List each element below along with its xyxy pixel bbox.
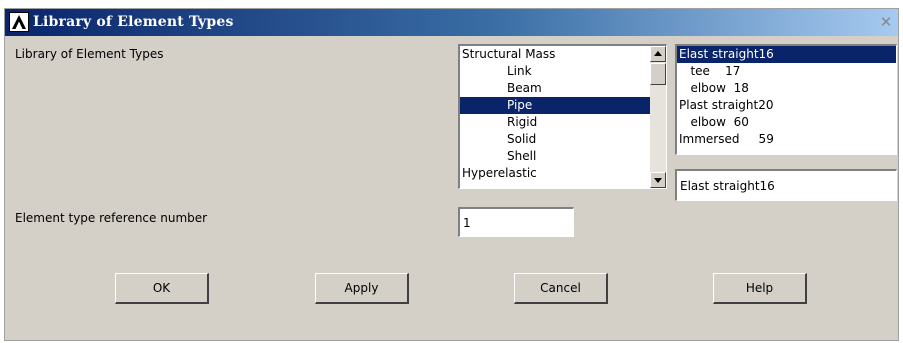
list-item[interactable]: Structural Mass — [460, 46, 666, 63]
category-scrollbar[interactable] — [650, 46, 666, 188]
list-item[interactable]: Pipe — [460, 97, 666, 114]
list-item[interactable]: tee 17 — [677, 63, 896, 80]
help-button[interactable]: Help — [713, 273, 807, 304]
list-item[interactable]: Elast straight16 — [677, 46, 896, 63]
scroll-up-arrow-icon[interactable] — [650, 46, 666, 62]
title-bar[interactable]: Library of Element Types ✕ — [5, 9, 898, 36]
cancel-button[interactable]: Cancel — [514, 273, 608, 304]
category-listbox[interactable]: Structural Mass Link Beam Pipe Rigid Solid She… — [458, 44, 667, 189]
list-item[interactable]: elbow 18 — [677, 80, 896, 97]
list-item[interactable]: Plast straight20 — [677, 97, 896, 114]
list-item[interactable]: Shell — [460, 148, 666, 165]
scroll-down-arrow-icon[interactable] — [650, 172, 666, 188]
ansys-logo-icon — [9, 12, 29, 32]
scrollbar-thumb[interactable] — [650, 63, 666, 85]
list-item[interactable]: Immersed 59 — [677, 131, 896, 148]
library-label: Library of Element Types — [15, 47, 164, 61]
reference-number-label: Element type reference number — [15, 211, 208, 225]
close-icon[interactable]: ✕ — [878, 14, 894, 30]
reference-number-input[interactable] — [458, 207, 574, 237]
selected-element-field[interactable] — [675, 169, 897, 201]
list-item[interactable]: Rigid — [460, 114, 666, 131]
list-item[interactable]: Link — [460, 63, 666, 80]
apply-button[interactable]: Apply — [315, 273, 409, 304]
category-list: Structural Mass Link Beam Pipe Rigid Solid She… — [460, 46, 666, 182]
list-item[interactable]: Beam — [460, 80, 666, 97]
ok-button[interactable]: OK — [115, 273, 209, 304]
library-of-element-types-dialog: Library of Element Types ✕ Library of El… — [4, 8, 899, 341]
element-list: Elast straight16 tee 17 elbow 18 Plast st… — [677, 46, 896, 148]
list-item[interactable]: elbow 60 — [677, 114, 896, 131]
window-title: Library of Element Types — [33, 14, 234, 30]
list-item[interactable]: Hyperelastic — [460, 165, 666, 182]
element-listbox[interactable]: Elast straight16 tee 17 elbow 18 Plast st… — [675, 44, 897, 155]
list-item[interactable]: Solid — [460, 131, 666, 148]
